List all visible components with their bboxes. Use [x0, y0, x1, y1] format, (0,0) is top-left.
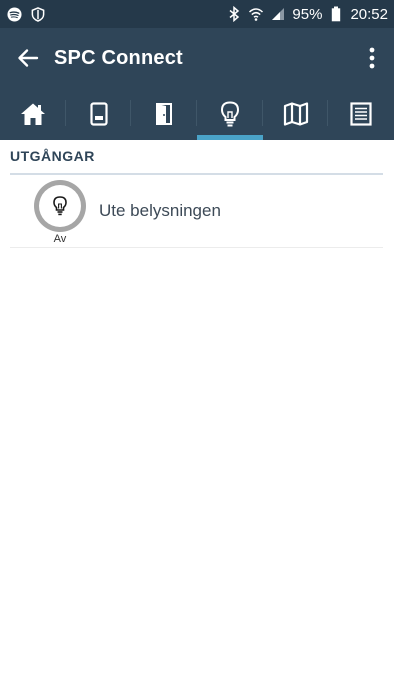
- door-icon: [156, 103, 173, 125]
- shield-icon: [30, 6, 46, 22]
- more-vert-icon: [369, 47, 375, 69]
- list-icon: [350, 102, 372, 126]
- status-bar: 95% 20:52: [0, 0, 394, 28]
- map-icon: [283, 102, 308, 126]
- tab-home[interactable]: [0, 88, 66, 140]
- lightbulb-icon: [220, 101, 239, 127]
- app-bar: SPC Connect: [0, 28, 394, 88]
- back-button[interactable]: [4, 34, 52, 82]
- tab-door[interactable]: [131, 88, 198, 140]
- active-tab-indicator: [197, 135, 263, 140]
- bluetooth-icon: [226, 6, 242, 22]
- output-toggle[interactable]: [34, 180, 86, 232]
- section-title: UTGÅNGAR: [10, 148, 383, 175]
- home-icon: [20, 103, 45, 125]
- tab-bar: [0, 88, 394, 140]
- arrow-back-icon: [18, 49, 39, 67]
- output-toggle-inner: [39, 185, 81, 227]
- tab-keypad[interactable]: [66, 88, 132, 140]
- tab-map[interactable]: [263, 88, 329, 140]
- battery-icon: [328, 6, 344, 22]
- status-bar-right: 95% 20:52: [226, 6, 388, 23]
- list-item[interactable]: Av Ute belysningen: [10, 176, 383, 248]
- wifi-icon: [248, 6, 264, 22]
- lightbulb-icon: [53, 196, 67, 216]
- overflow-menu-button[interactable]: [350, 34, 394, 82]
- tab-outputs[interactable]: [197, 88, 263, 140]
- status-bar-left: [6, 6, 46, 22]
- spotify-icon: [6, 6, 22, 22]
- output-name: Ute belysningen: [99, 201, 221, 220]
- keypad-icon: [89, 102, 108, 126]
- battery-percent: 95%: [292, 5, 323, 23]
- signal-icon: [270, 6, 286, 22]
- tab-log[interactable]: [328, 88, 394, 140]
- app-title: SPC Connect: [54, 46, 183, 69]
- clock: 20:52: [350, 5, 388, 23]
- output-state: Av: [53, 233, 67, 245]
